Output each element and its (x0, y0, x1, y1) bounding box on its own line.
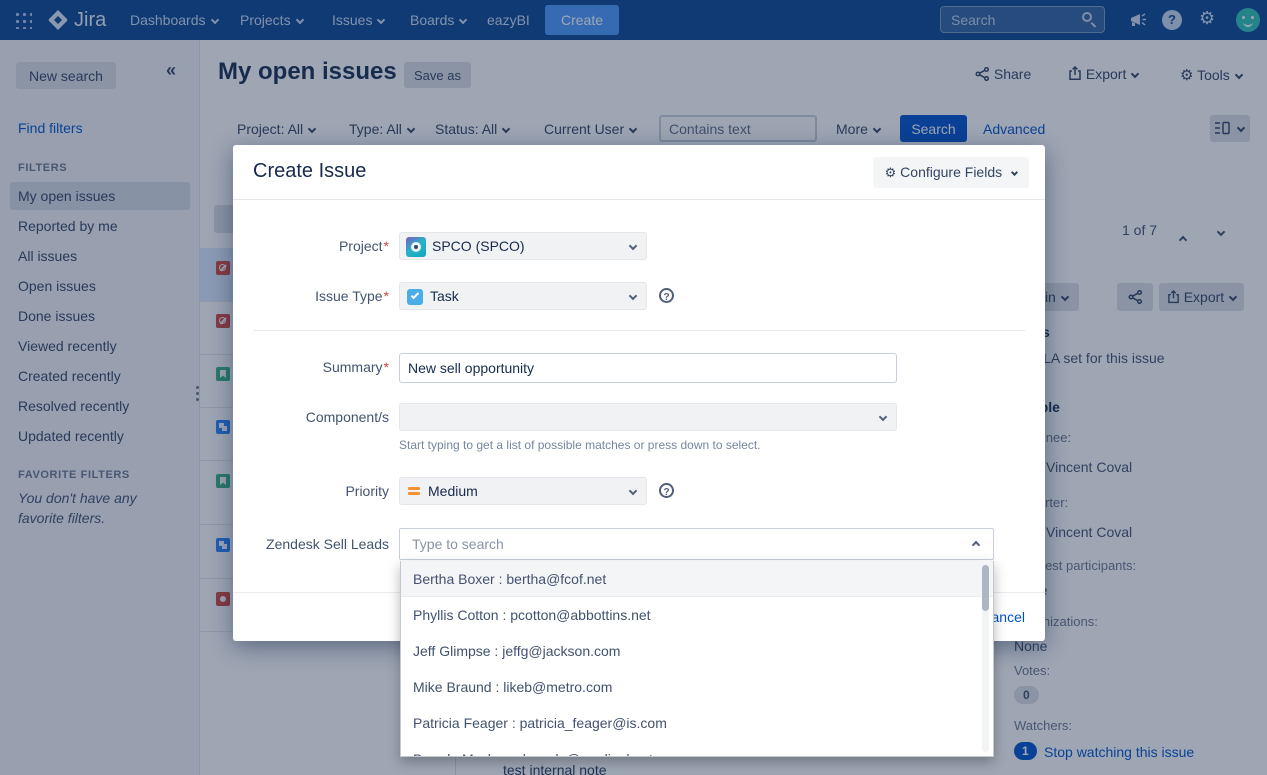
chevron-down-icon (629, 292, 637, 300)
dropdown-option[interactable]: Bertha Boxer : bertha@fcof.net (401, 561, 993, 597)
priority-medium-icon (408, 487, 420, 497)
jira-screen: Jira Dashboards Projects Issues Boards e… (0, 0, 1267, 775)
chevron-down-icon (1011, 169, 1018, 176)
project-select[interactable]: SPCO (SPCO) (399, 232, 647, 260)
required-asterisk: * (384, 238, 389, 254)
form-divider (253, 330, 1025, 331)
configure-fields-button[interactable]: ⚙ Configure Fields (873, 157, 1029, 188)
components-select[interactable] (399, 403, 897, 431)
gear-icon: ⚙ (885, 165, 897, 180)
dropdown-option[interactable]: Phyllis Cotton : pcotton@abbottins.net (401, 597, 993, 633)
dropdown-scrollbar-thumb[interactable] (982, 565, 989, 611)
leads-combobox[interactable] (399, 528, 994, 560)
chevron-down-icon (629, 487, 637, 495)
leads-search-input[interactable] (400, 529, 993, 559)
summary-input[interactable] (399, 353, 897, 383)
summary-label: Summary* (253, 353, 389, 381)
chevron-down-icon (629, 242, 637, 250)
components-label: Component/s (253, 403, 389, 431)
required-asterisk: * (384, 359, 389, 375)
priority-help-icon[interactable]: ? (659, 483, 674, 498)
modal-header: Create Issue ⚙ Configure Fields (233, 145, 1045, 200)
leads-dropdown: Bertha Boxer : bertha@fcof.net Phyllis C… (400, 561, 994, 757)
priority-label: Priority (253, 477, 389, 505)
chevron-down-icon (879, 413, 887, 421)
required-asterisk: * (384, 288, 389, 304)
task-type-icon (407, 289, 423, 305)
priority-select[interactable]: Medium (399, 477, 647, 505)
dropdown-option[interactable]: Mike Braund : likeb@metro.com (401, 669, 993, 705)
dropdown-option[interactable]: Jeff Glimpse : jeffg@jackson.com (401, 633, 993, 669)
project-label: Project* (253, 232, 389, 260)
issue-type-label: Issue Type* (253, 282, 389, 310)
issue-type-select[interactable]: Task (399, 282, 647, 310)
dropdown-option[interactable]: Patricia Feager : patricia_feager@is.com (401, 705, 993, 741)
leads-label: Zendesk Sell Leads (253, 530, 389, 558)
dropdown-option[interactable]: Brenda Mcclure : brenda@cardinal.net (401, 741, 993, 757)
project-avatar-icon (406, 237, 426, 257)
modal-title: Create Issue (253, 160, 366, 183)
components-hint: Start typing to get a list of possible m… (399, 438, 761, 452)
issue-type-help-icon[interactable]: ? (659, 288, 674, 303)
